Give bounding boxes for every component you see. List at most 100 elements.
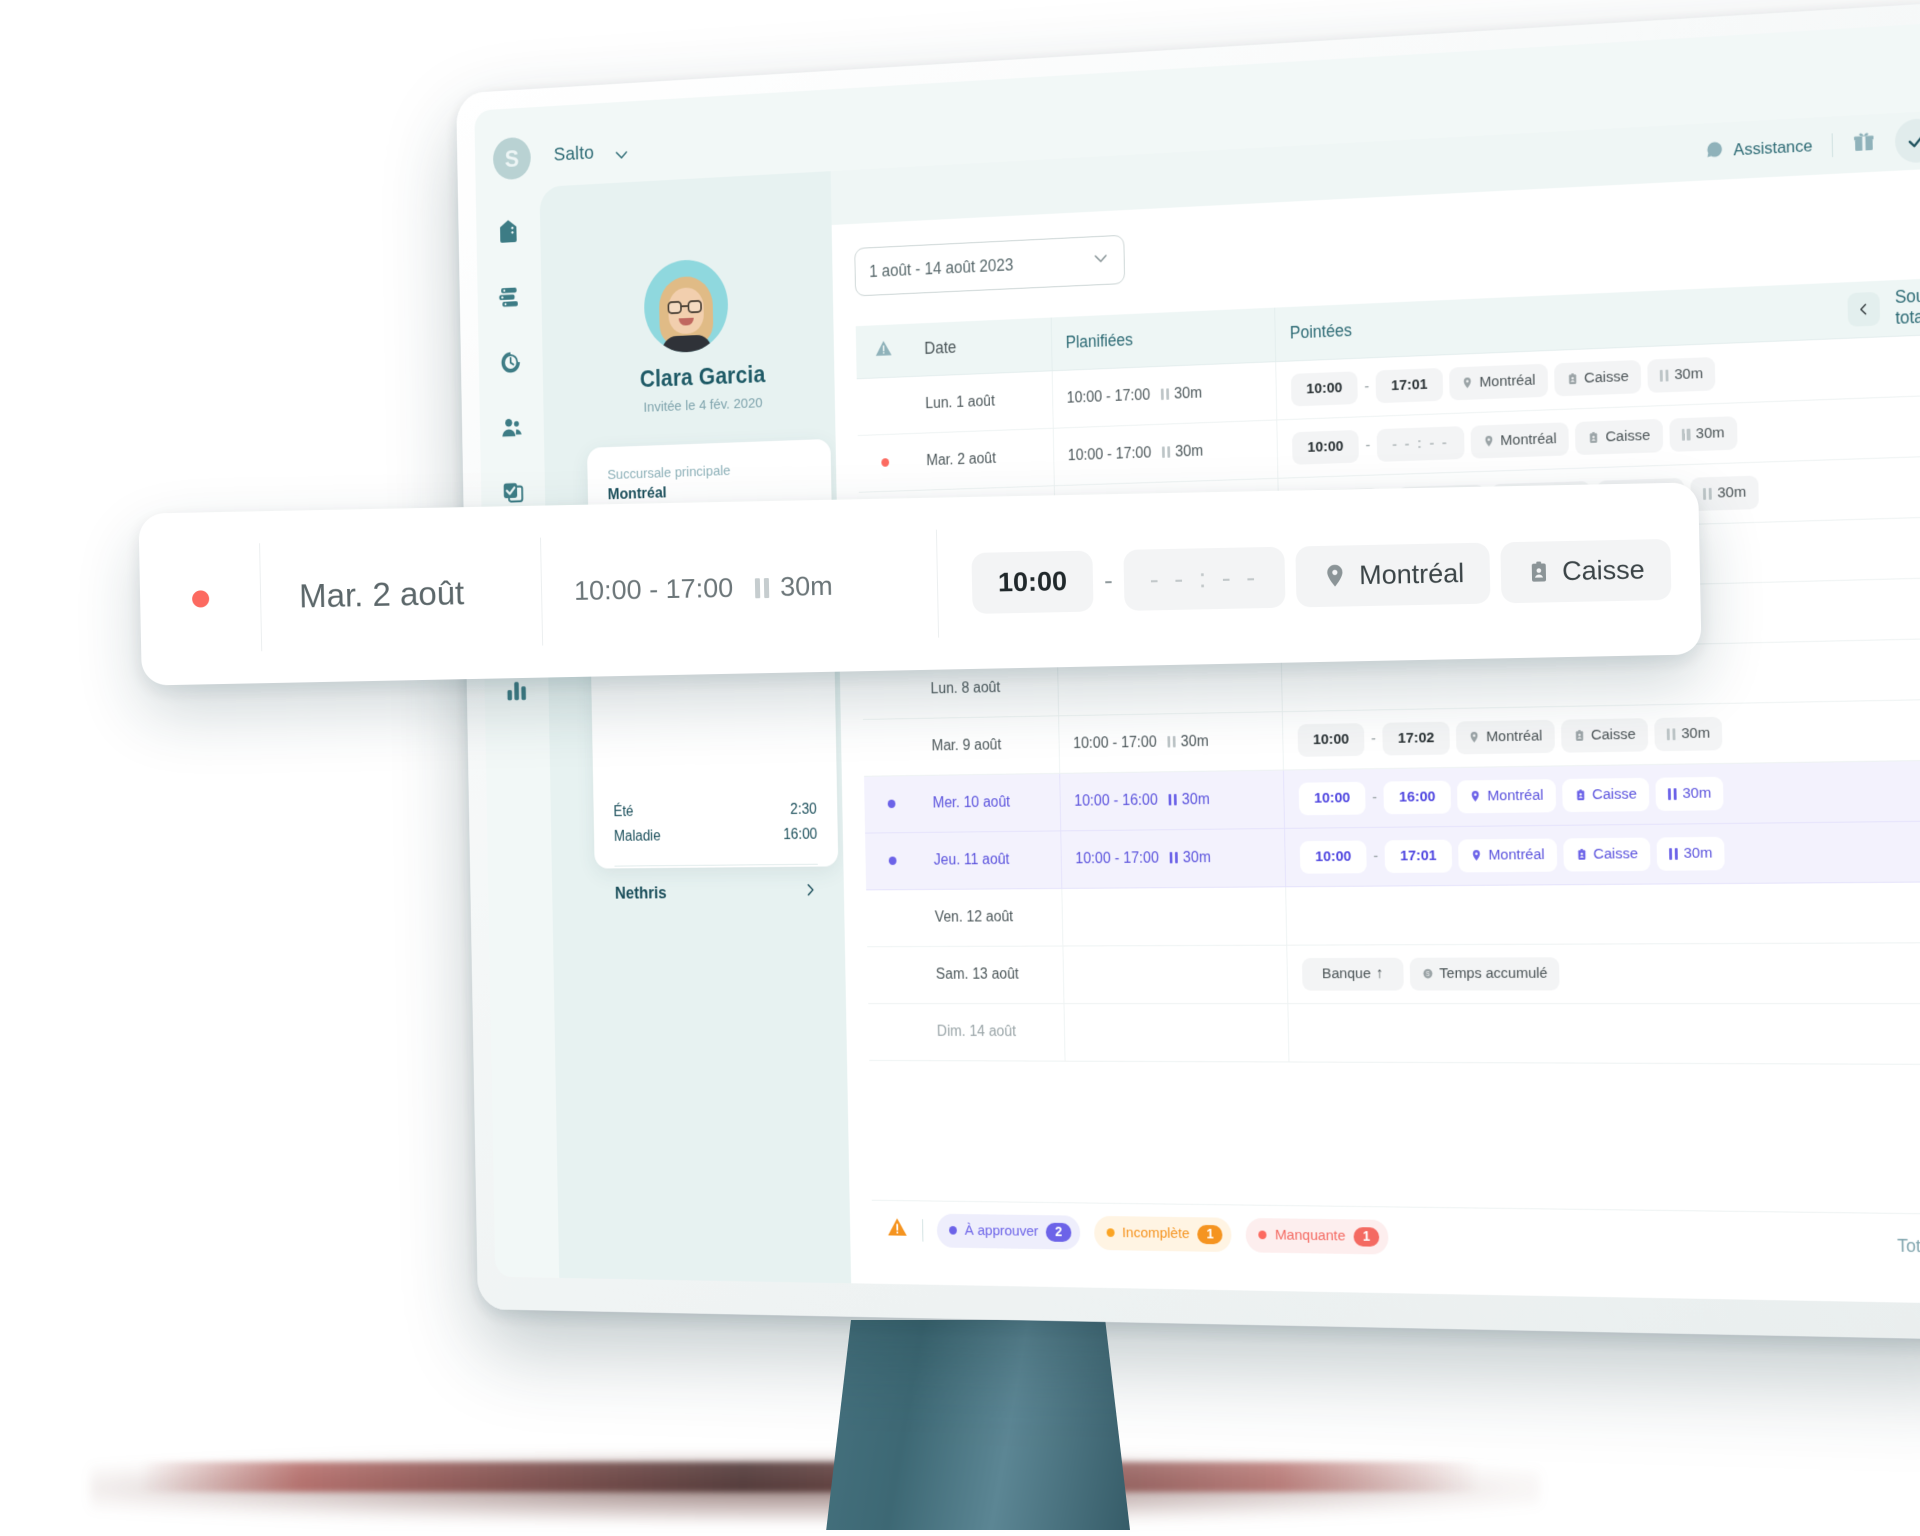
punch-in-chip[interactable]: 10:00 [1298, 781, 1366, 815]
monitor-floor-shadow-core [140, 1462, 1480, 1492]
overlay-punch-in-chip[interactable]: 10:00 [971, 550, 1093, 613]
balance-value: 2:30 [790, 802, 817, 819]
chevron-down-icon[interactable] [613, 145, 630, 169]
cell-subtotal [1850, 392, 1920, 458]
punch-out-chip[interactable]: 16:00 [1383, 780, 1451, 814]
sidebar-item-reports[interactable] [502, 674, 530, 706]
status-dot-missing [191, 590, 208, 607]
table-body: Lun. 1 août 10:00 - 17:00 30m 10:00-17:01… [857, 331, 1920, 1064]
col-subtotal-label: Sous-total [1895, 284, 1920, 329]
badge-label: Manquante [1275, 1226, 1346, 1244]
cell-subtotal: 6:30 [1848, 331, 1920, 398]
balance-row: Maladie 16:00 [614, 827, 818, 846]
break-chip[interactable]: 30m [1690, 475, 1759, 511]
badge-incomplete[interactable]: Incomplète 1 [1094, 1215, 1233, 1251]
punch-out-chip[interactable]: - - : - - [1376, 426, 1464, 462]
status-dot-to-approve [889, 856, 897, 864]
punch-in-chip[interactable]: 10:00 [1292, 429, 1360, 464]
status-dot-incomplete [1106, 1228, 1114, 1237]
balance-value: 16:00 [783, 827, 817, 844]
divider [922, 1219, 923, 1241]
cell-subtotal: 6:30 [1856, 698, 1920, 761]
badge-to-approve[interactable]: À approuver 2 [937, 1213, 1080, 1249]
badge-label: À approuver [965, 1222, 1039, 1240]
gift-icon[interactable] [1852, 129, 1876, 159]
date-range-select[interactable]: 1 août - 14 août 2023 [854, 235, 1125, 297]
nethris-link[interactable]: Nethris [615, 881, 819, 904]
cell-punched[interactable]: Banque ↑STemps accumulé [1287, 943, 1862, 1004]
profile-name: Clara Garcia [572, 359, 834, 397]
overlay-planned: 10:00 - 17:00 30m [542, 568, 938, 607]
cell-subtotal [1854, 636, 1920, 700]
workspace-name[interactable]: Salto [553, 142, 594, 166]
avatar [643, 258, 728, 354]
svg-text:S: S [1426, 971, 1430, 978]
assistance-button[interactable]: Assistance [1705, 134, 1813, 164]
sidebar-item-tasks[interactable] [499, 477, 527, 509]
punch-in-chip[interactable]: 10:00 [1291, 371, 1359, 406]
cell-punched[interactable] [1285, 882, 1860, 945]
col-planned[interactable]: Planifiées [1051, 308, 1276, 371]
approve-all-button[interactable] [1895, 118, 1920, 164]
assistance-label: Assistance [1733, 136, 1812, 160]
break-icon [1167, 736, 1175, 748]
badge-missing[interactable]: Manquante 1 [1246, 1217, 1389, 1254]
footer-summary-bar: À approuver 2 Incomplète 1 Manquante 1 T… [872, 1200, 1920, 1276]
punch-out-chip[interactable]: 17:02 [1382, 721, 1450, 755]
break-chip[interactable]: 30m [1669, 416, 1737, 452]
break-chip[interactable]: 30m [1647, 356, 1715, 392]
table-row: Ven. 12 août [866, 881, 1920, 946]
badge-count: 2 [1046, 1222, 1071, 1241]
profile-invited-date: Invitée le 4 fév. 2020 [573, 392, 835, 419]
sidebar-item-home[interactable] [494, 215, 522, 247]
overlay-location-chip[interactable]: Montréal [1296, 542, 1491, 607]
cell-punched[interactable]: 10:00-17:01 Montréal Caisse 30m [1284, 822, 1859, 887]
break-chip[interactable]: 30m [1655, 776, 1723, 810]
cell-planned [1061, 886, 1286, 945]
location-chip[interactable]: Montréal [1456, 719, 1555, 754]
app-logo[interactable]: S [493, 137, 531, 181]
role-chip[interactable]: Caisse [1561, 718, 1649, 753]
sidebar-item-timesheets[interactable] [497, 346, 525, 378]
role-chip[interactable]: Caisse [1554, 359, 1642, 396]
accrued-time-chip[interactable]: STemps accumulé [1410, 957, 1560, 990]
overlay-punch-out-chip[interactable]: - - : - - [1123, 546, 1286, 610]
cell-planned [1063, 945, 1288, 1003]
cell-punched[interactable]: 10:00-16:00 Montréal Caisse 30m [1283, 761, 1858, 828]
col-date[interactable]: Date [910, 318, 1052, 377]
overlay-date: Mar. 2 août [261, 573, 542, 617]
sidebar-item-employees[interactable] [498, 412, 526, 444]
balance-label: Été [613, 804, 633, 821]
scroll-left-button[interactable] [1847, 292, 1879, 327]
break-icon [755, 578, 769, 598]
location-chip[interactable]: Montréal [1458, 838, 1557, 872]
role-chip[interactable]: Caisse [1562, 777, 1650, 811]
cell-date: Jeu. 11 août [920, 830, 1062, 889]
overlay-punched[interactable]: 10:00 - - - : - - Montréal Caisse [937, 538, 1671, 614]
location-chip[interactable]: Montréal [1470, 422, 1569, 458]
divider [1832, 133, 1833, 157]
role-chip[interactable]: Caisse [1575, 418, 1663, 454]
punch-out-chip[interactable]: 17:01 [1384, 839, 1452, 872]
cell-date: Mer. 10 août [918, 773, 1060, 832]
cell-punched[interactable] [1288, 1003, 1863, 1064]
punch-in-chip[interactable]: 10:00 [1297, 723, 1365, 757]
cell-subtotal [1859, 881, 1920, 943]
location-chip[interactable]: Montréal [1449, 363, 1547, 400]
punch-in-chip[interactable]: 10:00 [1300, 840, 1368, 873]
bank-chip[interactable]: Banque ↑ [1302, 957, 1404, 990]
cell-punched[interactable]: 10:00-17:02 Montréal Caisse 30m [1282, 701, 1857, 770]
location-chip[interactable]: Montréal [1457, 779, 1556, 813]
balance-label: Maladie [614, 828, 661, 845]
highlighted-row-overlay[interactable]: Mar. 2 août 10:00 - 17:00 30m 10:00 - - -… [138, 482, 1701, 685]
divider [614, 864, 817, 867]
role-chip[interactable]: Caisse [1563, 837, 1651, 871]
status-dot-missing [881, 458, 889, 467]
sidebar-item-schedules[interactable] [495, 281, 523, 313]
punch-out-chip[interactable]: 17:01 [1375, 367, 1443, 402]
break-chip[interactable]: 30m [1657, 836, 1725, 870]
overlay-flag [140, 589, 260, 608]
overlay-role-chip[interactable]: Caisse [1501, 538, 1672, 602]
break-chip[interactable]: 30m [1654, 716, 1722, 751]
col-subtotal: Sous-total [1847, 275, 1920, 338]
